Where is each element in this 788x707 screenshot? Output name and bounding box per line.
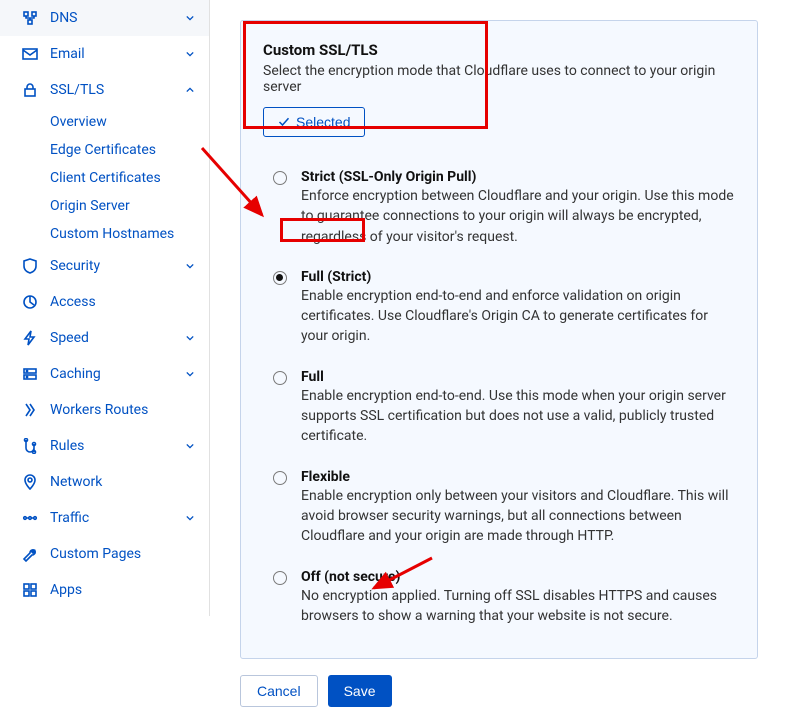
sidebar-item-ssltls[interactable]: SSL/TLS xyxy=(0,72,209,108)
sidebar-item-label: Network xyxy=(50,474,195,490)
sidebar-item-email[interactable]: Email xyxy=(0,36,209,72)
sidebar-subitem-overview[interactable]: Overview xyxy=(0,108,209,136)
option-full: FullEnable encryption end-to-end. Use th… xyxy=(263,359,735,459)
chevron-down-icon xyxy=(185,261,195,271)
sidebar-item-label: Access xyxy=(50,294,195,310)
chevron-down-icon xyxy=(185,441,195,451)
option-title: Strict (SSL-Only Origin Pull) xyxy=(301,169,735,185)
access-icon xyxy=(22,294,38,310)
option-body: FlexibleEnable encryption only between y… xyxy=(301,469,735,547)
sidebar-item-label: Traffic xyxy=(50,510,185,526)
sidebar-item-label: Rules xyxy=(50,438,185,454)
sidebar-item-security[interactable]: Security xyxy=(0,248,209,284)
chevron-down-icon xyxy=(185,369,195,379)
selected-badge[interactable]: Selected xyxy=(263,107,365,137)
sidebar-item-label: Apps xyxy=(50,582,195,598)
option-body: Strict (SSL-Only Origin Pull)Enforce enc… xyxy=(301,169,735,247)
card-header: Custom SSL/TLS Select the encryption mod… xyxy=(263,41,735,137)
option-desc: Enable encryption end-to-end. Use this m… xyxy=(301,386,735,447)
sidebar-subitem-edge-certs[interactable]: Edge Certificates xyxy=(0,136,209,164)
option-strict-pull: Strict (SSL-Only Origin Pull)Enforce enc… xyxy=(263,159,735,259)
lock-icon xyxy=(22,82,38,98)
sidebar: DNS Email SSL/TLS OverviewEdge Certificates… xyxy=(0,0,210,616)
workers-icon xyxy=(22,402,38,418)
option-body: Off (not secure)No encryption applied. T… xyxy=(301,569,735,627)
save-button[interactable]: Save xyxy=(328,675,392,707)
sidebar-item-caching[interactable]: Caching xyxy=(0,356,209,392)
encryption-options: Strict (SSL-Only Origin Pull)Enforce enc… xyxy=(263,159,735,638)
sidebar-subitem-custom-hostnames[interactable]: Custom Hostnames xyxy=(0,220,209,248)
option-full-strict: Full (Strict)Enable encryption end-to-en… xyxy=(263,259,735,359)
sidebar-item-label: SSL/TLS xyxy=(50,82,185,98)
option-title: Flexible xyxy=(301,469,735,485)
sidebar-subitem-origin-server[interactable]: Origin Server xyxy=(0,192,209,220)
sidebar-item-dns[interactable]: DNS xyxy=(0,0,209,36)
bolt-icon xyxy=(22,330,38,346)
chevron-up-icon xyxy=(185,85,195,95)
chevron-down-icon xyxy=(185,13,195,23)
shield-icon xyxy=(22,258,38,274)
dns-icon xyxy=(22,10,38,26)
mail-icon xyxy=(22,46,38,62)
radio-flexible[interactable] xyxy=(273,471,287,485)
sidebar-item-speed[interactable]: Speed xyxy=(0,320,209,356)
sidebar-item-workers[interactable]: Workers Routes xyxy=(0,392,209,428)
radio-strict-pull[interactable] xyxy=(273,171,287,185)
sidebar-item-label: Security xyxy=(50,258,185,274)
chevron-down-icon xyxy=(185,513,195,523)
option-body: Full (Strict)Enable encryption end-to-en… xyxy=(301,269,735,347)
chevron-down-icon xyxy=(185,333,195,343)
pin-icon xyxy=(22,474,38,490)
option-desc: Enforce encryption between Cloudflare an… xyxy=(301,186,735,247)
option-title: Off (not secure) xyxy=(301,569,735,585)
apps-icon xyxy=(22,582,38,598)
sidebar-item-custom-pages[interactable]: Custom Pages xyxy=(0,536,209,572)
sidebar-item-label: Workers Routes xyxy=(50,402,195,418)
sidebar-item-label: DNS xyxy=(50,10,185,26)
drive-icon xyxy=(22,366,38,382)
radio-full-strict[interactable] xyxy=(273,271,287,285)
sidebar-item-label: Speed xyxy=(50,330,185,346)
option-desc: No encryption applied. Turning off SSL d… xyxy=(301,586,735,627)
option-desc: Enable encryption end-to-end and enforce… xyxy=(301,286,735,347)
card-subtitle: Select the encryption mode that Cloudfla… xyxy=(263,63,735,95)
action-row: Cancel Save xyxy=(240,675,758,707)
ssl-mode-card: Custom SSL/TLS Select the encryption mod… xyxy=(240,20,758,659)
sidebar-item-label: Custom Pages xyxy=(50,546,195,562)
sidebar-item-access[interactable]: Access xyxy=(0,284,209,320)
option-flexible: FlexibleEnable encryption only between y… xyxy=(263,459,735,559)
radio-off[interactable] xyxy=(273,571,287,585)
selected-badge-label: Selected xyxy=(296,114,350,130)
sidebar-item-network[interactable]: Network xyxy=(0,464,209,500)
traffic-icon xyxy=(22,510,38,526)
sidebar-item-label: Email xyxy=(50,46,185,62)
sidebar-item-label: Caching xyxy=(50,366,185,382)
chevron-down-icon xyxy=(185,49,195,59)
rules-icon xyxy=(22,438,38,454)
sidebar-item-apps[interactable]: Apps xyxy=(0,572,209,608)
option-off: Off (not secure)No encryption applied. T… xyxy=(263,559,735,639)
sidebar-item-traffic[interactable]: Traffic xyxy=(0,500,209,536)
option-title: Full xyxy=(301,369,735,385)
sidebar-item-rules[interactable]: Rules xyxy=(0,428,209,464)
tool-icon xyxy=(22,546,38,562)
check-icon xyxy=(278,116,290,128)
option-desc: Enable encryption only between your visi… xyxy=(301,486,735,547)
radio-full[interactable] xyxy=(273,371,287,385)
option-body: FullEnable encryption end-to-end. Use th… xyxy=(301,369,735,447)
main-content: Custom SSL/TLS Select the encryption mod… xyxy=(210,0,788,616)
card-title: Custom SSL/TLS xyxy=(263,41,735,59)
cancel-button[interactable]: Cancel xyxy=(240,675,318,707)
option-title: Full (Strict) xyxy=(301,269,735,285)
sidebar-item-scrape-shield[interactable]: Scrape Shield xyxy=(0,608,209,616)
sidebar-subitem-client-certs[interactable]: Client Certificates xyxy=(0,164,209,192)
